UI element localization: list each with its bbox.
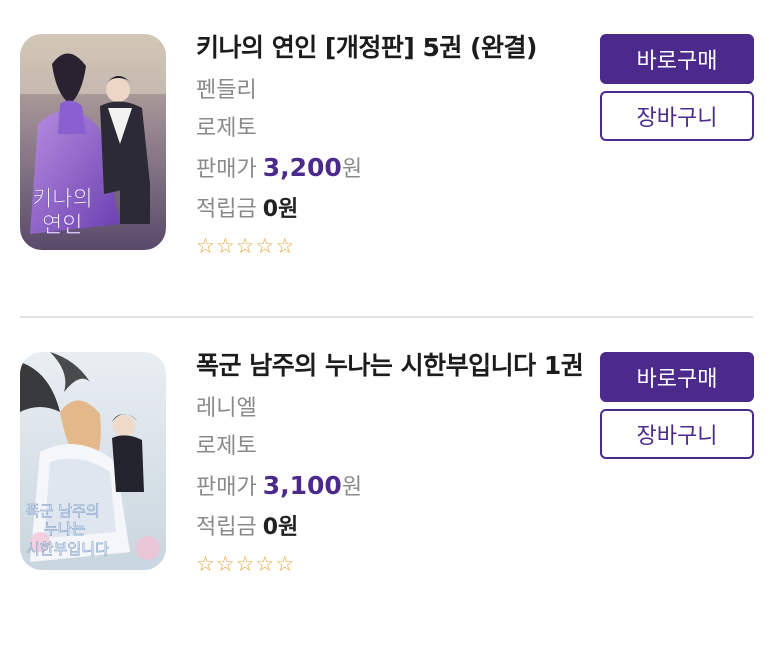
book-publisher[interactable]: 로제토: [196, 434, 591, 460]
star-icon: ☆: [255, 234, 275, 258]
price-unit: 원: [341, 475, 363, 500]
add-to-cart-button[interactable]: 장바구니: [600, 409, 754, 459]
add-to-cart-button[interactable]: 장바구니: [600, 91, 754, 141]
star-rating: ☆ ☆ ☆ ☆ ☆: [196, 552, 591, 576]
price-label: 판매가: [196, 475, 257, 500]
book-info: 키나의 연인 [개정판] 5권 (완결) 펜들리 로제토 판매가 3,200원 적…: [196, 30, 591, 258]
point-value: 0원: [262, 515, 299, 540]
star-icon: ☆: [275, 234, 295, 258]
price-row: 판매가 3,100원: [196, 472, 591, 502]
book-title[interactable]: 키나의 연인 [개정판] 5권 (완결): [196, 30, 591, 66]
price-row: 판매가 3,200원: [196, 154, 591, 184]
star-rating: ☆ ☆ ☆ ☆ ☆: [196, 234, 591, 258]
star-icon: ☆: [196, 552, 215, 576]
book-item-1: 키나의 연인 키나의 연인 [개정판] 5권 (완결) 펜들리 로제토 판매가 3…: [0, 0, 773, 316]
book-publisher[interactable]: 로제토: [196, 116, 591, 142]
star-icon: ☆: [215, 234, 235, 258]
book-author[interactable]: 레니엘: [196, 396, 591, 422]
book-cover-image[interactable]: 폭군 남주의 누나는 시한부입니다: [20, 352, 166, 570]
star-icon: ☆: [196, 234, 215, 258]
book-item-2: 폭군 남주의 누나는 시한부입니다 폭군 남주의 누나는 시한부입니다 1권 레…: [0, 318, 773, 671]
price-unit: 원: [341, 157, 363, 182]
book-title[interactable]: 폭군 남주의 누나는 시한부입니다 1권: [196, 348, 591, 384]
star-icon: ☆: [235, 552, 255, 576]
cover-title-line-2: 연인: [42, 213, 82, 238]
book-info: 폭군 남주의 누나는 시한부입니다 1권 레니엘 로제토 판매가 3,100원 적…: [196, 348, 591, 576]
book-cover-image[interactable]: 키나의 연인: [20, 34, 166, 250]
star-icon: ☆: [275, 552, 295, 576]
price-label: 판매가: [196, 157, 257, 182]
point-row: 적립금 0원: [196, 514, 591, 542]
cover-title-line-1: 폭군 남주의: [26, 502, 100, 520]
cover-title-line-2: 누나는: [44, 520, 86, 538]
star-icon: ☆: [255, 552, 275, 576]
point-label: 적립금: [196, 197, 257, 222]
buy-now-button[interactable]: 바로구매: [600, 34, 754, 84]
cover-title-line-1: 키나의: [32, 187, 93, 212]
point-value: 0원: [262, 197, 299, 222]
point-label: 적립금: [196, 515, 257, 540]
book-author[interactable]: 펜들리: [196, 78, 591, 104]
price-value: 3,200: [262, 153, 342, 182]
star-icon: ☆: [215, 552, 235, 576]
price-value: 3,100: [262, 471, 342, 500]
star-icon: ☆: [235, 234, 255, 258]
cover-title-line-3: 시한부입니다: [26, 540, 109, 558]
buy-now-button[interactable]: 바로구매: [600, 352, 754, 402]
point-row: 적립금 0원: [196, 196, 591, 224]
